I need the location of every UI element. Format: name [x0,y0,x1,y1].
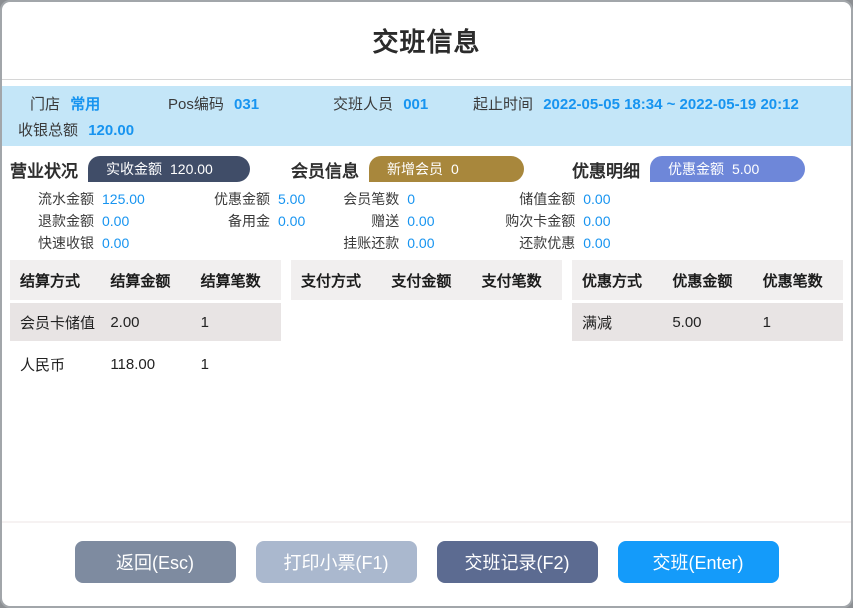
stat-value: 5.00 [278,190,305,209]
business-stats: 流水金额 125.00 优惠金额 5.00 退款金额 0.00 备用金 0.00… [10,190,305,258]
payment-table: 支付方式 支付金额 支付笔数 [291,260,562,303]
tables-row: 结算方式 结算金额 结算笔数 会员卡储值 2.00 1 人民币 118.00 1… [2,258,851,521]
stat-label: 快速收银 [10,234,102,253]
time-range-value: 2022-05-05 18:34 ~ 2022-05-19 20:12 [543,96,799,113]
stat-value: 0.00 [102,234,180,253]
footer-button-bar: 返回(Esc) 打印小票(F1) 交班记录(F2) 交班(Enter) [2,521,851,606]
received-amount-badge: 实收金额 120.00 [88,156,250,182]
column-header: 支付方式 [291,270,381,291]
pos-code-value: 031 [234,96,259,113]
stats-row: 流水金额 125.00 优惠金额 5.00 退款金额 0.00 备用金 0.00… [2,182,851,258]
settlement-table-header: 结算方式 结算金额 结算笔数 [10,260,281,300]
stat-value: 0.00 [407,234,485,253]
cell-settle-count: 1 [191,314,281,331]
cash-total-label: 收银总额 [18,122,78,139]
stat-label: 挂账还款 [315,234,407,253]
shift-confirm-button[interactable]: 交班(Enter) [618,541,779,583]
store-value: 常用 [70,96,100,113]
shift-record-button[interactable]: 交班记录(F2) [437,541,598,583]
stat-label: 赠送 [315,212,407,231]
info-row-1: 门店 常用 Pos编码 031 交班人员 001 起止时间 2022-05-05… [18,93,837,114]
store-field: 门店 常用 [18,93,168,114]
cell-settle-amount: 118.00 [100,356,190,373]
stat-label: 流水金额 [10,190,102,209]
section-business-status: 营业状况 实收金额 120.00 [10,156,281,182]
back-button[interactable]: 返回(Esc) [75,541,236,583]
store-label: 门店 [30,96,60,113]
stat-label: 还款优惠 [485,234,583,253]
title-bar: 交班信息 [2,2,851,80]
stat-label: 会员笔数 [315,190,407,209]
cell-settle-amount: 2.00 [100,314,190,331]
column-header: 结算金额 [100,270,190,291]
column-header: 结算方式 [10,270,100,291]
discount-table: 优惠方式 优惠金额 优惠笔数 满减 5.00 1 [572,260,843,345]
discount-amount-value: 5.00 [732,161,759,177]
cell-discount-amount: 5.00 [662,314,752,331]
table-row: 会员卡储值 2.00 1 [10,303,281,341]
column-header: 优惠笔数 [753,270,843,291]
section-member-info: 会员信息 新增会员 0 [291,156,562,182]
stat-value: 0.00 [102,212,180,231]
new-member-value: 0 [451,161,459,177]
column-header: 结算笔数 [191,270,281,291]
cell-discount-method: 满减 [572,312,662,333]
pos-code-label: Pos编码 [168,96,224,113]
stat-value: 0.00 [278,212,305,231]
stat-label: 优惠金额 [180,190,278,209]
business-status-title: 营业状况 [10,157,78,182]
discount-table-header: 优惠方式 优惠金额 优惠笔数 [572,260,843,300]
table-row: 人民币 118.00 1 [10,345,281,383]
new-member-label: 新增会员 [387,159,443,179]
shift-info-bar: 门店 常用 Pos编码 031 交班人员 001 起止时间 2022-05-05… [2,86,851,146]
new-member-badge: 新增会员 0 [369,156,524,182]
discount-amount-badge: 优惠金额 5.00 [650,156,805,182]
member-stats: 会员笔数 0 储值金额 0.00 赠送 0.00 购次卡金额 0.00 挂账还款… [315,190,610,258]
pos-code-field: Pos编码 031 [168,93,333,114]
column-header: 支付金额 [381,270,471,291]
cell-settle-count: 1 [191,356,281,373]
cell-settle-method: 人民币 [10,354,100,375]
stat-label: 储值金额 [485,190,583,209]
discount-amount-label: 优惠金额 [668,159,724,179]
member-info-title: 会员信息 [291,157,359,182]
discount-stats-empty [621,190,844,258]
stat-value: 0 [407,190,485,209]
cashier-field: 交班人员 001 [333,93,473,114]
cell-discount-count: 1 [753,314,843,331]
stat-value: 0.00 [583,190,610,209]
discount-detail-title: 优惠明细 [572,157,640,182]
stat-value: 0.00 [583,212,610,231]
stat-value: 125.00 [102,190,180,209]
time-range-field: 起止时间 2022-05-05 18:34 ~ 2022-05-19 20:12 [473,93,837,114]
cash-total-value: 120.00 [88,122,134,139]
summary-row: 营业状况 实收金额 120.00 会员信息 新增会员 0 优惠明细 优惠金额 5… [2,146,851,182]
stat-value: 0.00 [583,234,610,253]
section-discount-detail: 优惠明细 优惠金额 5.00 [572,156,843,182]
shift-info-dialog: 交班信息 门店 常用 Pos编码 031 交班人员 001 起止时间 2022-… [0,0,853,608]
column-header: 优惠方式 [572,270,662,291]
column-header: 优惠金额 [662,270,752,291]
received-amount-label: 实收金额 [106,159,162,179]
page-title: 交班信息 [372,22,480,59]
cell-settle-method: 会员卡储值 [10,312,100,333]
print-receipt-button[interactable]: 打印小票(F1) [256,541,417,583]
cashier-value: 001 [403,96,428,113]
stat-label: 退款金额 [10,212,102,231]
settlement-table: 结算方式 结算金额 结算笔数 会员卡储值 2.00 1 人民币 118.00 1 [10,260,281,387]
stat-value: 0.00 [407,212,485,231]
cashier-label: 交班人员 [333,96,393,113]
stat-label: 备用金 [180,212,278,231]
table-row: 满减 5.00 1 [572,303,843,341]
received-amount-value: 120.00 [170,161,213,177]
time-range-label: 起止时间 [473,96,533,113]
stat-label: 购次卡金额 [485,212,583,231]
payment-table-header: 支付方式 支付金额 支付笔数 [291,260,562,300]
info-row-2: 收银总额 120.00 [18,119,837,140]
column-header: 支付笔数 [472,270,562,291]
